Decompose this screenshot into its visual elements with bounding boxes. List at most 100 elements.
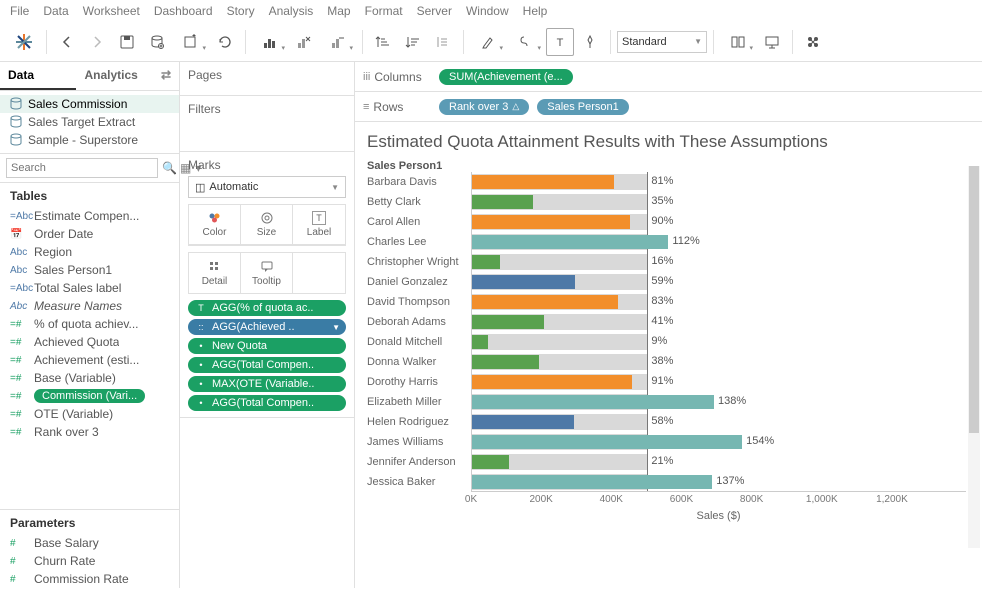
field-item[interactable]: =# Base (Variable) (0, 369, 179, 387)
bar-row[interactable]: 137% (472, 472, 966, 492)
bar-row[interactable]: 38% (472, 352, 966, 372)
clear-sheet-button[interactable] (290, 28, 318, 56)
row-label[interactable]: Deborah Adams (367, 312, 471, 332)
menu-window[interactable]: Window (466, 4, 509, 18)
columns-shelf[interactable]: iiiColumns SUM(Achievement (e... (355, 62, 982, 92)
field-item[interactable]: =Abc Estimate Compen... (0, 207, 179, 225)
bar[interactable] (472, 315, 544, 329)
mark-pill[interactable]: :: AGG(Achieved ..▼ (188, 319, 346, 335)
field-item[interactable]: =# OTE (Variable) (0, 405, 179, 423)
row-label[interactable]: Barbara Davis (367, 172, 471, 192)
mark-pill[interactable]: • AGG(Total Compen.. (188, 395, 346, 411)
row-label[interactable]: Jennifer Anderson (367, 452, 471, 472)
row-label[interactable]: David Thompson (367, 292, 471, 312)
bar-row[interactable]: 154% (472, 432, 966, 452)
mark-color-button[interactable]: Color (189, 205, 241, 245)
bar-row[interactable]: 21% (472, 452, 966, 472)
bar[interactable] (472, 335, 488, 349)
bar-row[interactable]: 9% (472, 332, 966, 352)
bar-row[interactable]: 58% (472, 412, 966, 432)
search-icon[interactable]: 🔍 (162, 161, 176, 175)
field-item[interactable]: =# Achievement (esti... (0, 351, 179, 369)
rows-shelf[interactable]: ≡Rows Rank over 3△ Sales Person1 (355, 92, 982, 122)
row-label[interactable]: Donna Walker (367, 352, 471, 372)
menu-analysis[interactable]: Analysis (269, 4, 314, 18)
bar[interactable] (472, 355, 539, 369)
row-label[interactable]: Carol Allen (367, 212, 471, 232)
fit-dropdown[interactable]: Standard▼ (617, 31, 707, 53)
tab-analytics[interactable]: Analytics (76, 62, 152, 90)
field-item[interactable]: # Churn Rate (0, 552, 179, 570)
columns-pill[interactable]: SUM(Achievement (e... (439, 69, 573, 85)
row-label[interactable]: Charles Lee (367, 232, 471, 252)
bar[interactable] (472, 395, 714, 409)
bar-row[interactable]: 91% (472, 372, 966, 392)
menu-help[interactable]: Help (523, 4, 548, 18)
save-button[interactable] (113, 28, 141, 56)
presentation-button[interactable] (758, 28, 786, 56)
mark-pill[interactable]: T AGG(% of quota ac.. (188, 300, 346, 316)
menu-story[interactable]: Story (227, 4, 255, 18)
row-label[interactable]: Christopher Wright (367, 252, 471, 272)
bar[interactable] (472, 175, 614, 189)
show-hide-cards-button[interactable] (720, 28, 756, 56)
bar[interactable] (472, 255, 500, 269)
bar[interactable] (472, 295, 618, 309)
refresh-button[interactable] (211, 28, 239, 56)
row-label[interactable]: James Williams (367, 432, 471, 452)
field-item[interactable]: # Base Salary (0, 534, 179, 552)
bar-row[interactable]: 83% (472, 292, 966, 312)
highlight-button[interactable] (470, 28, 506, 56)
filters-shelf[interactable]: Filters (180, 96, 354, 152)
bar[interactable] (472, 435, 742, 449)
mark-label-button[interactable]: TLabel (293, 205, 345, 245)
bar-row[interactable]: 81% (472, 172, 966, 192)
row-label[interactable]: Donald Mitchell (367, 332, 471, 352)
back-button[interactable] (53, 28, 81, 56)
new-datasource-button[interactable] (143, 28, 171, 56)
bar[interactable] (472, 235, 668, 249)
datasource-item[interactable]: Sample - Superstore (0, 131, 179, 149)
bar-row[interactable]: 59% (472, 272, 966, 292)
new-worksheet-button[interactable] (173, 28, 209, 56)
bar-row[interactable]: 41% (472, 312, 966, 332)
field-item[interactable]: =# % of quota achiev... (0, 315, 179, 333)
menu-dashboard[interactable]: Dashboard (154, 4, 213, 18)
row-label[interactable]: Betty Clark (367, 192, 471, 212)
mark-tooltip-button[interactable]: Tooltip (241, 253, 293, 293)
search-input[interactable] (6, 158, 158, 178)
row-label[interactable]: Dorothy Harris (367, 372, 471, 392)
bar-row[interactable]: 138% (472, 392, 966, 412)
row-label[interactable]: Daniel Gonzalez (367, 272, 471, 292)
menu-format[interactable]: Format (365, 4, 403, 18)
field-item[interactable]: Abc Region (0, 243, 179, 261)
pin-button[interactable] (576, 28, 604, 56)
field-item[interactable]: 📅 Order Date (0, 225, 179, 243)
bar-row[interactable]: 112% (472, 232, 966, 252)
chart-scrollbar[interactable] (968, 166, 980, 548)
tab-data[interactable]: Data (0, 62, 76, 90)
menu-data[interactable]: Data (43, 4, 68, 18)
bar[interactable] (472, 455, 509, 469)
mark-pill[interactable]: • New Quota (188, 338, 346, 354)
bar[interactable] (472, 215, 630, 229)
label-button[interactable]: T (546, 28, 574, 56)
mark-type-dropdown[interactable]: ◫Automatic ▼ (188, 176, 346, 198)
datasource-item[interactable]: Sales Commission (0, 95, 179, 113)
show-me-button[interactable] (799, 28, 827, 56)
bar[interactable] (472, 195, 533, 209)
duplicate-button[interactable] (320, 28, 356, 56)
menu-worksheet[interactable]: Worksheet (83, 4, 140, 18)
group-button[interactable] (508, 28, 544, 56)
rows-pill-rank[interactable]: Rank over 3△ (439, 99, 529, 115)
bar-row[interactable]: 35% (472, 192, 966, 212)
mark-size-button[interactable]: Size (241, 205, 293, 245)
row-label[interactable]: Jessica Baker (367, 472, 471, 492)
bar-row[interactable]: 16% (472, 252, 966, 272)
menu-map[interactable]: Map (327, 4, 350, 18)
field-item[interactable]: =# Achieved Quota (0, 333, 179, 351)
sort-asc-button[interactable] (369, 28, 397, 56)
mark-pill[interactable]: • MAX(OTE (Variable.. (188, 376, 346, 392)
field-item[interactable]: Abc Measure Names (0, 297, 179, 315)
sort-clear-button[interactable] (429, 28, 457, 56)
